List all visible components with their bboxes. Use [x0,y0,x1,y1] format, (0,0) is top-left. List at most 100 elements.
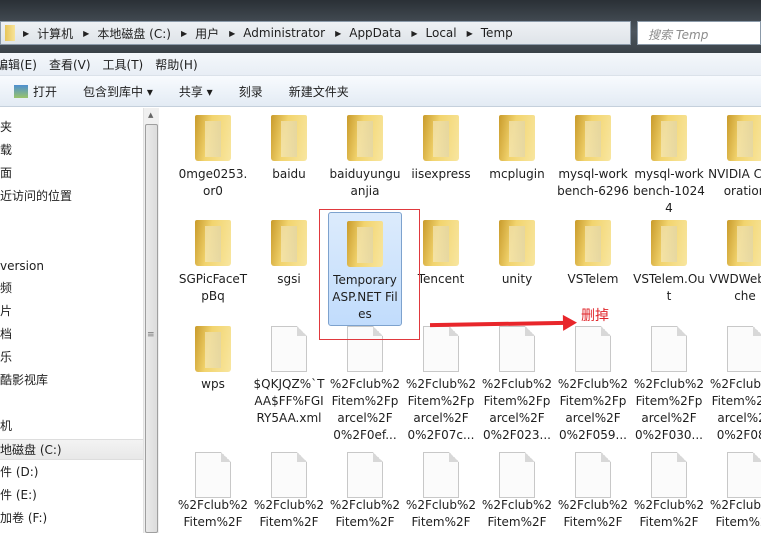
folder-item[interactable]: mysql-workbench-10244 [632,115,706,217]
file-item[interactable]: %2Fclub%2Fitem%2F [404,452,478,531]
item-label: %2Fclub%2Fitem%2F [253,498,325,529]
folder-icon [651,220,687,266]
folder-item[interactable]: mcplugin [480,115,554,183]
file-item[interactable]: %2Fclub%2Fitem%2Fparcel%2F0%2F059... [556,326,630,444]
breadcrumb-item[interactable]: ▶ 本地磁盘 (C:) [83,25,171,42]
item-label: NVIDIA Corporation [708,167,761,198]
sidebar-item[interactable]: 片 [0,301,143,322]
sidebar-item[interactable]: 频 [0,278,143,299]
folder-item[interactable]: sgsi [252,220,326,288]
chevron-right-icon: ▶ [83,28,90,38]
folder-item[interactable]: baidu [252,115,326,183]
open-icon [14,84,28,98]
folder-item[interactable]: VSTelem.Out [632,220,706,305]
menu-item[interactable]: 帮助(H) [155,56,197,73]
breadcrumb-item[interactable]: ▶ 用户 [181,25,219,42]
folder-icon [499,220,535,266]
file-item[interactable]: %2Fclub%2Fitem%2F [632,452,706,531]
scrollbar-thumb[interactable] [145,124,158,533]
sidebar-item[interactable]: 地磁盘 (C:) [0,439,143,460]
search-input[interactable]: 搜索 Temp [637,21,761,45]
folder-icon [575,220,611,266]
open-button[interactable]: 打开 [14,83,57,100]
breadcrumb-item[interactable]: ▶ Administrator [229,26,325,40]
folder-item[interactable]: VSTelem [556,220,630,288]
file-item[interactable]: %2Fclub%2Fitem%2Fparcel%2F0%2F084 [708,326,761,444]
file-item[interactable]: %2Fclub%2Fitem%2F [556,452,630,531]
file-item[interactable]: %2Fclub%2Fitem%2F [252,452,326,531]
file-item[interactable]: %2Fclub%2Fitem%2F [480,452,554,531]
folder-item[interactable]: NVIDIA Corporation [708,115,761,200]
folder-item[interactable]: SGPicFaceTpBq [176,220,250,305]
annotation-text: 删掉 [581,308,609,324]
item-label: %2Fclub%2Fitem%2F [481,498,553,529]
include-in-library-button[interactable]: 包含到库中 ▾ [83,83,153,100]
address-bar[interactable]: ▶ 计算机 ▶ 本地磁盘 (C:) ▶ 用户 ▶ Administrator ▶ AppData ▶… [0,21,631,45]
new-folder-button[interactable]: 新建文件夹 [289,83,349,100]
sidebar-item[interactable]: 面 [0,163,143,184]
folder-item[interactable]: unity [480,220,554,288]
menu-bar: 编辑(E) 查看(V) 工具(T) 帮助(H) [0,53,761,76]
sidebar-item[interactable]: 机 [0,416,143,437]
folder-item[interactable]: mysql-workbench-6296 [556,115,630,200]
share-button[interactable]: 共享 ▾ [179,83,213,100]
open-label: 打开 [33,84,58,99]
file-icon [727,326,761,372]
item-label: wps [201,377,225,391]
sidebar-item[interactable]: version [0,256,143,277]
item-label: %2Fclub%2Fitem%2F [329,498,401,529]
file-icon [271,326,307,372]
item-label: baidu [272,167,306,181]
sidebar-item[interactable]: 近访问的位置 [0,186,143,207]
file-item[interactable]: %2Fclub%2Fitem%2Fparcel%2F0%2F07c... [404,326,478,444]
sidebar-item[interactable]: 件 (E:) [0,485,143,506]
item-label: VSTelem [567,272,619,286]
file-item[interactable]: %2Fclub%2Fitem%2Fparcel%2F0%2F0ef... [328,326,402,444]
item-label: SGPicFaceTpBq [178,272,248,303]
chevron-right-icon: ▶ [180,28,188,38]
file-icon [347,452,383,498]
folder-item[interactable]: baiduyunguanjia [328,115,402,200]
file-icon [499,326,535,372]
file-icon [499,452,535,498]
file-item[interactable]: %2Fclub%2Fitem%2F [708,452,761,531]
folder-icon [727,115,761,161]
folder-item[interactable]: iisexpress [404,115,478,183]
item-label: sgsi [277,272,301,286]
sidebar-item[interactable]: 乐 [0,347,143,368]
file-item[interactable]: %2Fclub%2Fitem%2Fparcel%2F0%2F030... [632,326,706,444]
sidebar-item[interactable]: 加卷 (F:) [0,508,143,529]
scroll-up-icon[interactable]: ▲ [148,111,153,119]
file-item[interactable]: %2Fclub%2Fitem%2F [328,452,402,531]
crumb-label: Local [425,26,457,40]
file-item[interactable]: $QKJQZ%`TAA$FF%FGIRY5AA.xml [252,326,326,427]
sidebar-item[interactable]: 酷影视库 [0,370,143,391]
toolbar: 打开 包含到库中 ▾ 共享 ▾ 刻录 新建文件夹 [0,76,761,107]
sidebar-scrollbar[interactable]: ▲ ≡ [143,108,159,533]
sidebar-item[interactable]: 档 [0,324,143,345]
breadcrumb-item[interactable]: ▶ 计算机 [23,25,73,42]
item-label: %2Fclub%2Fitem%2F [557,498,629,529]
folder-item[interactable]: VWDWebCache [708,220,761,305]
item-label: $QKJQZ%`TAA$FF%FGIRY5AA.xml [253,377,325,425]
menu-item[interactable]: 编辑(E) [0,56,37,73]
file-icon [727,452,761,498]
file-icon [575,452,611,498]
breadcrumb-item[interactable]: ▶ Temp [467,26,513,40]
folder-item[interactable]: 0mge0253.or0 [176,115,250,200]
breadcrumb-item[interactable]: ▶ AppData [335,26,401,40]
menu-item[interactable]: 工具(T) [103,56,144,73]
chevron-right-icon: ▶ [335,28,342,38]
sidebar-item[interactable]: 件 (D:) [0,462,143,483]
sidebar-item[interactable]: 夹 [0,117,143,138]
file-item[interactable]: %2Fclub%2Fitem%2F [176,452,250,531]
menu-item[interactable]: 查看(V) [49,56,91,73]
folder-item[interactable]: wps [176,326,250,393]
breadcrumb-item[interactable]: ▶ Local [411,26,456,40]
sidebar-item[interactable]: 载 [0,140,143,161]
file-item[interactable]: %2Fclub%2Fitem%2Fparcel%2F0%2F023... [480,326,554,444]
item-label: %2Fclub%2Fitem%2Fparcel%2F0%2F084 [709,377,761,442]
burn-button[interactable]: 刻录 [239,83,263,100]
folder-icon [5,25,15,41]
chevron-right-icon: ▶ [411,28,418,38]
